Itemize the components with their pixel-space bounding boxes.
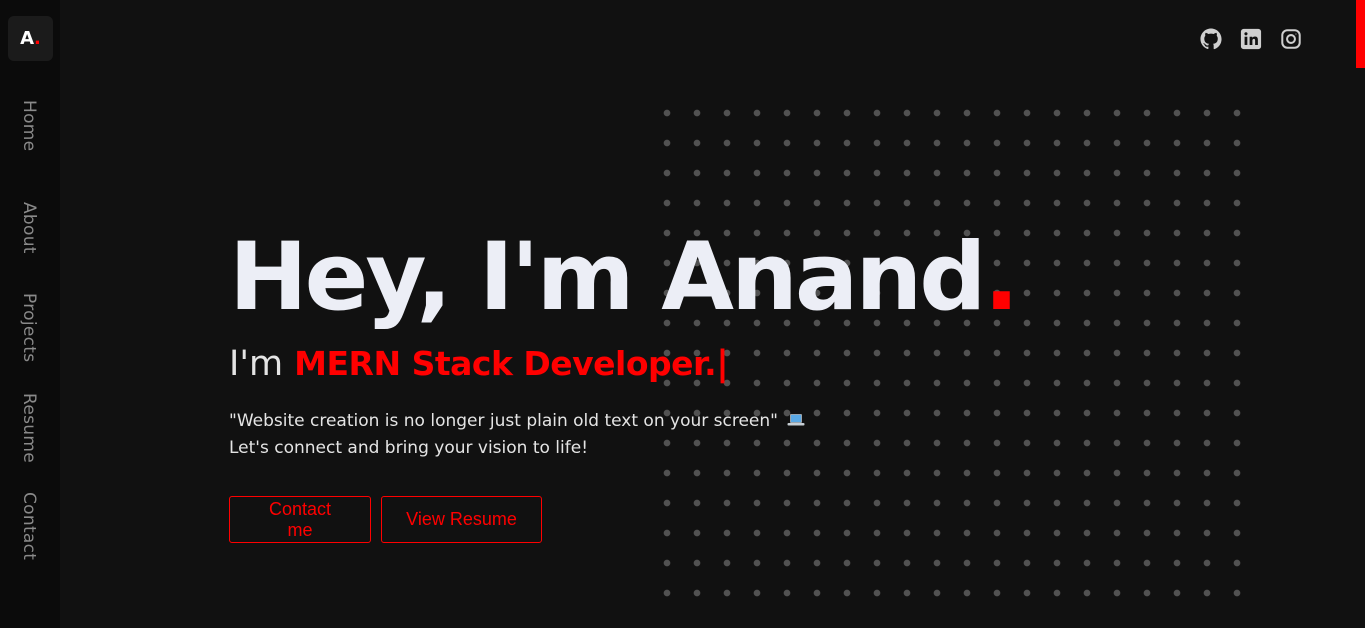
- instagram-icon[interactable]: [1280, 28, 1302, 50]
- linkedin-icon[interactable]: [1240, 28, 1262, 50]
- hero-title: Hey, I'm Anand.: [229, 218, 1020, 338]
- quote-line-1-text: "Website creation is no longer just plai…: [229, 411, 778, 431]
- hero-buttons: Contact me View Resume: [229, 496, 542, 543]
- nav-item-projects[interactable]: Projects: [16, 293, 42, 362]
- sidebar: A. Home About Projects Resume Contact: [0, 0, 60, 628]
- hero-quote: "Website creation is no longer just plai…: [229, 408, 805, 462]
- social-links: [1200, 28, 1302, 50]
- nav-item-resume[interactable]: Resume: [16, 393, 42, 463]
- logo-letter: A: [20, 28, 35, 49]
- nav-item-home[interactable]: Home: [16, 100, 42, 151]
- github-icon[interactable]: [1200, 28, 1222, 50]
- nav-item-about[interactable]: About: [16, 202, 42, 254]
- typing-cursor: |: [716, 344, 729, 384]
- logo[interactable]: A.: [8, 16, 53, 61]
- page: A. Home About Projects Resume Contact He…: [0, 0, 1365, 628]
- hero-title-text: Hey, I'm Anand: [229, 223, 987, 332]
- nav-item-contact[interactable]: Contact: [16, 492, 42, 560]
- dot-grid-background: [652, 98, 1242, 610]
- hero-title-dot: .: [983, 223, 1020, 332]
- logo-dot: .: [34, 28, 41, 49]
- laptop-icon: [787, 409, 805, 426]
- view-resume-button[interactable]: View Resume: [381, 496, 542, 543]
- quote-line-1: "Website creation is no longer just plai…: [229, 408, 805, 435]
- accent-bar: [1356, 0, 1365, 68]
- quote-line-2: Let's connect and bring your vision to l…: [229, 438, 589, 458]
- hero-subtitle: I'm MERN Stack Developer.|: [229, 340, 729, 388]
- subtitle-role: MERN Stack Developer.: [294, 344, 717, 383]
- contact-me-button[interactable]: Contact me: [229, 496, 371, 543]
- subtitle-prefix: I'm: [229, 344, 295, 384]
